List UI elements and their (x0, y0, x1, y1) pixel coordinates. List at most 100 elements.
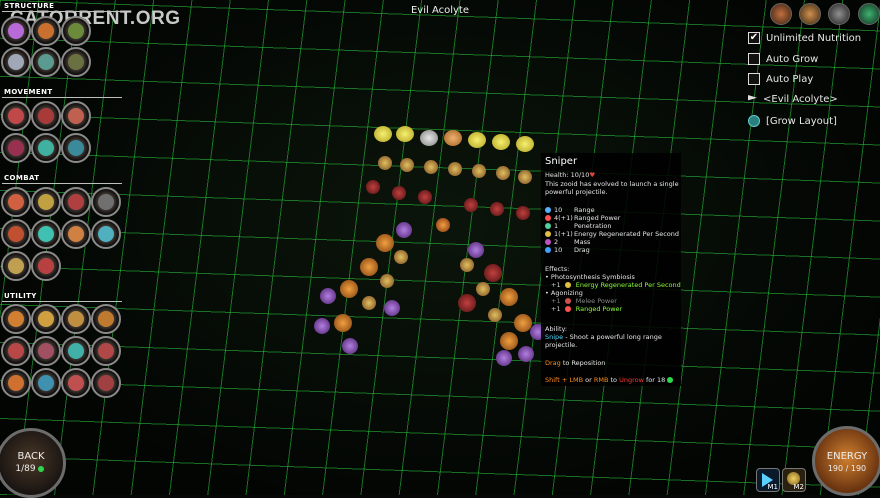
zooid-spike[interactable] (320, 288, 336, 304)
zooid-leg[interactable] (464, 198, 478, 212)
zooid-body[interactable] (380, 274, 394, 288)
zooid-slot-utility-1[interactable] (1, 304, 31, 334)
zooid-body[interactable] (424, 160, 438, 174)
zooid-slot-combat-9[interactable] (1, 251, 31, 281)
zooid-sniper[interactable] (420, 130, 438, 146)
zooid-leg[interactable] (490, 202, 504, 216)
stat-energy-regen-value: 1(+1) (554, 230, 573, 238)
zooid-body[interactable] (378, 156, 392, 170)
zooid-spike[interactable] (314, 318, 330, 334)
zooid-spike[interactable] (384, 300, 400, 316)
tooltip-effects-header: Effects: (545, 265, 570, 273)
zooid-slot-utility-9[interactable] (1, 368, 31, 398)
zooid-leg[interactable] (458, 294, 476, 312)
zooid-body[interactable] (362, 296, 376, 310)
zooid-sniper[interactable] (468, 132, 486, 148)
zooid-body[interactable] (496, 166, 510, 180)
zooid-body[interactable] (460, 258, 474, 272)
zooid-slot-utility-7[interactable] (61, 336, 91, 366)
zooid-slot-combat-5[interactable] (1, 219, 31, 249)
auto-play-checkbox[interactable] (748, 73, 760, 85)
zooid-slot-utility-5[interactable] (1, 336, 31, 366)
zooid-leg[interactable] (392, 186, 406, 200)
gear-creature-icon[interactable] (828, 3, 850, 25)
zooid-slot-movement-6[interactable] (61, 133, 91, 163)
grow-layout-option[interactable]: [Grow Layout] (748, 115, 837, 127)
zooid-slot-utility-4[interactable] (91, 304, 121, 334)
zooid-slot-utility-2[interactable] (31, 304, 61, 334)
zooid-slot-combat-4[interactable] (91, 187, 121, 217)
ability-hotkey-m1[interactable]: M1 (756, 468, 780, 492)
ungrow-or: or (583, 376, 594, 384)
category-combat: COMBAT (4, 174, 40, 182)
zooid-body[interactable] (476, 282, 490, 296)
nose-creature-icon[interactable] (770, 3, 792, 25)
zooid-body[interactable] (488, 308, 502, 322)
ability-hotkey-m2[interactable]: M2 (782, 468, 806, 492)
zooid-spike[interactable] (518, 346, 534, 362)
spiral-creature-icon[interactable] (799, 3, 821, 25)
zooid-leg[interactable] (366, 180, 380, 194)
zooid-leg[interactable] (418, 190, 432, 204)
zooid-slot-utility-6[interactable] (31, 336, 61, 366)
zooid-sniper[interactable] (492, 134, 510, 150)
zooid-slot-utility-8[interactable] (91, 336, 121, 366)
zooid-slot-combat-6[interactable] (31, 219, 61, 249)
zooid-slot-utility-3[interactable] (61, 304, 91, 334)
zooid-body[interactable] (472, 164, 486, 178)
stat-mass-label: Mass (574, 238, 591, 246)
zooid-spike[interactable] (342, 338, 358, 354)
zooid-leg[interactable] (484, 264, 502, 282)
zooid-shell[interactable] (500, 288, 518, 306)
zooid-slot-structure-4[interactable] (1, 47, 31, 77)
creature-name-option[interactable]: <Evil Acolyte> (748, 94, 838, 105)
ranged-power-icon (545, 215, 551, 221)
zooid-slot-movement-1[interactable] (1, 101, 31, 131)
zooid-slot-combat-8[interactable] (91, 219, 121, 249)
unlimited-nutrition-checkbox[interactable]: ✔ (748, 32, 760, 44)
zooid-shell[interactable] (334, 314, 352, 332)
unlimited-nutrition-option[interactable]: ✔ Unlimited Nutrition (748, 32, 861, 44)
zooid-shell[interactable] (376, 234, 394, 252)
zooid-slot-structure-6[interactable] (61, 47, 91, 77)
zooid-slot-utility-10[interactable] (31, 368, 61, 398)
zooid-palette-sidebar: STRUCTURE MOVEMENT COMBAT UTILITY (0, 0, 130, 495)
auto-play-option[interactable]: Auto Play (748, 73, 813, 85)
zooid-shell[interactable] (500, 332, 518, 350)
zooid-slot-movement-3[interactable] (61, 101, 91, 131)
zooid-sniper[interactable] (374, 126, 392, 142)
zooid-slot-movement-2[interactable] (31, 101, 61, 131)
zooid-slot-combat-7[interactable] (61, 219, 91, 249)
zooid-leg[interactable] (516, 206, 530, 220)
auto-grow-checkbox[interactable] (748, 53, 760, 65)
zooid-body[interactable] (400, 158, 414, 172)
zooid-spike[interactable] (496, 350, 512, 366)
zooid-spike[interactable] (468, 242, 484, 258)
zooid-sniper[interactable] (396, 126, 414, 142)
zooid-slot-combat-2[interactable] (31, 187, 61, 217)
zooid-spike[interactable] (396, 222, 412, 238)
zooid-slot-structure-2[interactable] (31, 16, 61, 46)
zooid-slot-combat-1[interactable] (1, 187, 31, 217)
zooid-shell[interactable] (360, 258, 378, 276)
zooid-body[interactable] (518, 170, 532, 184)
effect-photosynthesis-label: Energy Regenerated Per Second (575, 281, 681, 289)
zooid-slot-combat-10[interactable] (31, 251, 61, 281)
zooid-core[interactable] (436, 218, 450, 232)
creature-zooid-cluster[interactable] (300, 118, 550, 378)
zooid-slot-utility-11[interactable] (61, 368, 91, 398)
zooid-slot-structure-3[interactable] (61, 16, 91, 46)
zooid-slot-utility-12[interactable] (91, 368, 121, 398)
zooid-slot-structure-1[interactable] (1, 16, 31, 46)
zooid-slot-combat-3[interactable] (61, 187, 91, 217)
zooid-body[interactable] (394, 250, 408, 264)
zooid-slot-structure-5[interactable] (31, 47, 61, 77)
auto-grow-option[interactable]: Auto Grow (748, 53, 818, 65)
zooid-shell[interactable] (340, 280, 358, 298)
zooid-body[interactable] (448, 162, 462, 176)
zooid-sniper[interactable] (444, 130, 462, 146)
zooid-slot-movement-5[interactable] (31, 133, 61, 163)
zooid-sniper[interactable] (516, 136, 534, 152)
leaf-creature-icon[interactable] (858, 3, 880, 25)
zooid-slot-movement-4[interactable] (1, 133, 31, 163)
